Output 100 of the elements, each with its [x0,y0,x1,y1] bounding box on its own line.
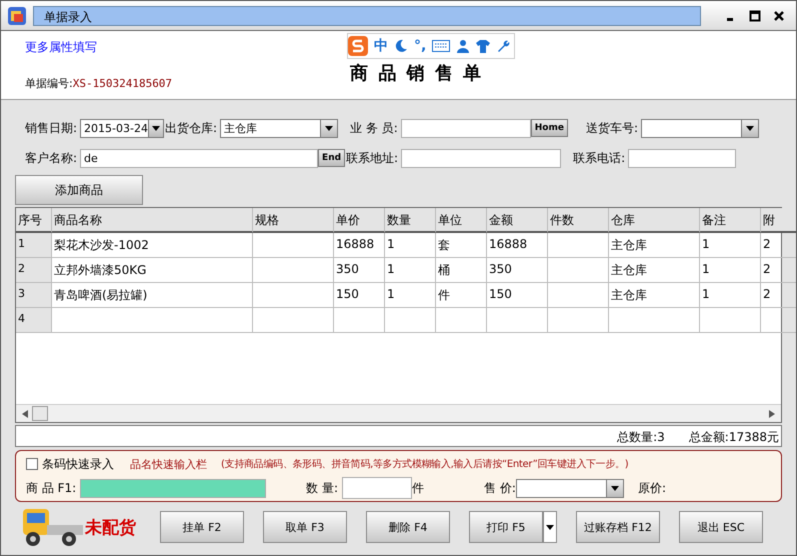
total-amount: 总金额:17388元 [688,429,779,446]
action-button[interactable]: 打印 F5 [469,511,543,543]
add-product-button[interactable]: 添加商品 [15,175,143,205]
price-dropdown[interactable] [516,478,624,498]
table-cell: 1 [385,258,436,283]
table-cell: 350 [334,258,385,283]
app-icon [7,6,27,26]
column-header[interactable]: 数量 [385,208,436,233]
table-cell: 主仓库 [609,283,700,308]
column-header[interactable]: 规格 [253,208,334,233]
field-label: 商 品 F1: [26,480,76,496]
ime-punctuation[interactable]: °, [414,38,426,54]
table-cell: 1 [385,233,436,258]
ime-mode[interactable]: 中 [374,37,388,55]
column-header[interactable]: 备注 [700,208,761,233]
table-cell: 件 [436,283,487,308]
form-title: 商 品 销 售 单 [350,62,484,86]
keyboard-icon[interactable] [432,40,450,52]
action-button[interactable]: 删除 F4 [366,511,450,543]
checkbox-label: 条码快速录入 [42,456,114,472]
table-cell: 套 [436,233,487,258]
person-icon[interactable] [456,39,470,53]
field-label: 数 量: [306,480,338,496]
action-button[interactable]: 退出 ESC [679,511,763,543]
quick-entry-hint: (支持商品编码、条形码、拼音简码,等多方式模糊输入,输入后请按“Enter”回车键进入下一步。) [221,458,628,471]
scroll-left-icon[interactable] [22,410,28,418]
dropdown-arrow-icon [325,126,334,130]
table-cell [700,308,761,333]
table-cell: 青岛啤酒(易拉罐) [52,283,253,308]
wrench-icon[interactable] [496,39,510,53]
field-label: 销售日期: [25,120,78,136]
doc-number-label: 单据编号: [25,77,73,90]
table-cell [548,258,609,283]
product-input-field[interactable] [80,478,266,498]
column-header[interactable]: 金额 [487,208,548,233]
table-cell: 3 [16,283,52,308]
table-cell: 立邦外墙漆50KG [52,258,253,283]
table-cell: 16888 [487,233,548,258]
unit-label: 件 [412,480,424,496]
column-header[interactable]: 仓库 [609,208,700,233]
input-field[interactable] [400,118,531,138]
scroll-right-icon[interactable] [769,410,775,418]
scroll-thumb[interactable] [32,406,48,421]
table-cell: 150 [487,283,548,308]
close-icon[interactable] [773,10,785,22]
input-field[interactable] [401,148,562,168]
caret-icon [546,524,554,530]
table-cell: 2 [16,258,52,283]
lookup-button[interactable]: End [318,149,346,167]
barcode-checkbox[interactable] [26,458,38,470]
action-button[interactable]: 取单 F3 [263,511,347,543]
field-label: 客户名称: [25,150,78,166]
table-cell: 桶 [436,258,487,283]
column-header[interactable]: 商品名称 [52,208,253,233]
moon-icon[interactable] [394,39,408,53]
dropdown-arrow-icon [152,126,160,130]
table-cell: 1 [700,233,761,258]
table-cell [385,308,436,333]
column-header[interactable]: 件数 [548,208,609,233]
table-cell: 1 [700,258,761,283]
table-cell [487,308,548,333]
column-header[interactable]: 附 [761,208,796,233]
dropdown-arrow-icon [746,126,754,130]
table-cell: 150 [334,283,385,308]
dropdown-field[interactable]: 主仓库 [220,118,338,138]
table-cell: 2 [761,258,796,283]
lookup-button[interactable]: Home [530,119,568,137]
more-attributes-link[interactable]: 更多属性填写 [25,39,305,56]
field-label: 送货车号: [586,120,638,136]
column-header[interactable]: 序号 [16,208,52,233]
field-label: 出货仓库: [165,120,218,136]
ime-logo-icon[interactable] [348,36,368,56]
dropdown-field[interactable]: 2015-03-24 [80,118,164,138]
shirt-icon[interactable] [476,39,490,53]
table-cell: 1 [16,233,52,258]
field-label: 售 价: [484,480,516,496]
table-cell: 梨花木沙发-1002 [52,233,253,258]
quantity-input-field[interactable] [342,477,412,499]
table-cell: 4 [16,308,52,333]
field-label: 业 务 员: [350,120,398,136]
table-cell: 主仓库 [609,258,700,283]
table-cell [334,308,385,333]
horizontal-scrollbar[interactable] [16,404,781,422]
input-field[interactable]: de [80,148,318,168]
delivery-status: 未配货 [85,516,136,538]
table-cell: 1 [385,283,436,308]
doc-number: XS-150324185607 [72,77,172,90]
column-header[interactable]: 单价 [334,208,385,233]
dropdown-button[interactable] [543,511,557,543]
field-label: 原价: [638,480,666,496]
action-button[interactable]: 过账存档 F12 [576,511,660,543]
table-cell: 16888 [334,233,385,258]
dropdown-field[interactable] [641,118,760,138]
table-cell: 350 [487,258,548,283]
input-field[interactable] [628,148,736,168]
quick-entry-title: 品名快速输入栏 [130,456,207,472]
maximize-icon[interactable] [749,10,761,22]
action-button[interactable]: 挂单 F2 [160,511,244,543]
column-header[interactable]: 单位 [436,208,487,233]
table-cell [548,283,609,308]
